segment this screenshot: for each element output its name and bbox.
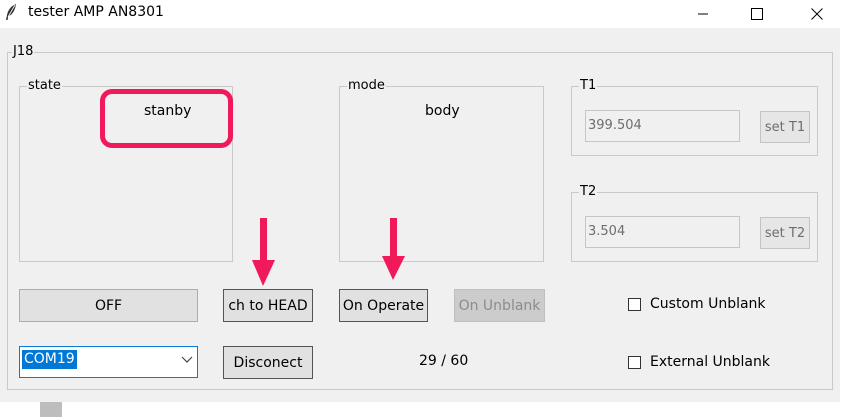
com-port-value: COM19 xyxy=(22,350,77,369)
chevron-down-icon[interactable] xyxy=(181,356,193,364)
custom-unblank-checkbox[interactable]: Custom Unblank xyxy=(628,296,766,312)
t1-input[interactable]: 399.504 xyxy=(585,110,740,142)
on-operate-button[interactable]: On Operate xyxy=(339,289,428,322)
window-title: tester AMP AN8301 xyxy=(28,4,164,20)
ch-to-head-button[interactable]: ch to HEAD xyxy=(223,289,313,322)
window-bottom-edge xyxy=(0,402,840,417)
feather-icon xyxy=(6,4,16,20)
close-icon xyxy=(811,8,823,20)
maximize-icon xyxy=(751,8,763,20)
arrow-down-icon xyxy=(252,218,275,286)
state-highlight-annotation xyxy=(100,89,233,148)
t2-input[interactable]: 3.504 xyxy=(585,216,740,248)
arrow-down-icon xyxy=(382,218,405,280)
j18-frame-label: J18 xyxy=(12,44,35,60)
custom-unblank-label: Custom Unblank xyxy=(650,296,766,312)
minimize-icon xyxy=(698,13,708,15)
window-edge xyxy=(840,28,853,417)
external-unblank-box[interactable] xyxy=(628,355,641,369)
external-unblank-label: External Unblank xyxy=(650,354,770,370)
maximize-button[interactable] xyxy=(734,0,780,28)
t2-group-label: T2 xyxy=(579,184,598,200)
set-t1-button[interactable]: set T1 xyxy=(760,111,810,143)
t1-group-label: T1 xyxy=(579,78,598,94)
app-window: tester AMP AN8301 J18 state stanby mode … xyxy=(0,0,853,417)
counter-text: 29 / 60 xyxy=(419,353,469,369)
custom-unblank-box[interactable] xyxy=(628,297,641,311)
scrollbar-thumb[interactable] xyxy=(40,402,62,417)
off-button[interactable]: OFF xyxy=(19,289,198,322)
on-unblank-button[interactable]: On Unblank xyxy=(454,289,545,322)
disconnect-button[interactable]: Disconect xyxy=(223,346,313,379)
mode-value: body xyxy=(425,103,460,119)
state-group-label: state xyxy=(27,78,62,94)
mode-group-label: mode xyxy=(347,78,386,94)
set-t2-button[interactable]: set T2 xyxy=(760,217,810,249)
com-port-select[interactable]: COM19 xyxy=(19,346,198,378)
minimize-button[interactable] xyxy=(680,0,726,28)
external-unblank-checkbox[interactable]: External Unblank xyxy=(628,354,770,370)
title-bar: tester AMP AN8301 xyxy=(0,0,853,28)
close-button[interactable] xyxy=(794,0,840,28)
